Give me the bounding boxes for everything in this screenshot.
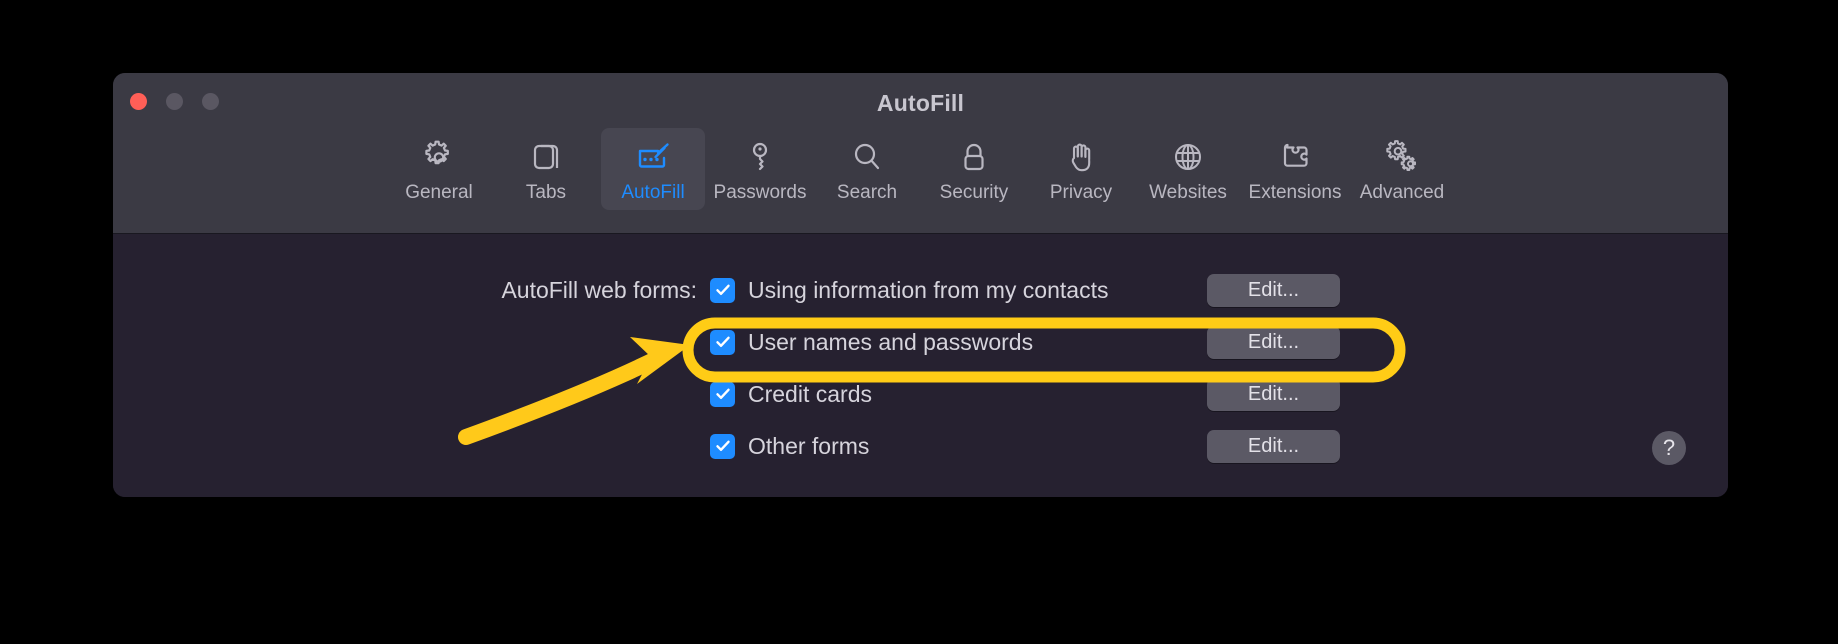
checkbox-label: User names and passwords bbox=[748, 328, 1034, 355]
row-controls: Other forms Edit... bbox=[710, 429, 1728, 463]
toolbar-item-extensions[interactable]: Extensions bbox=[1243, 128, 1347, 210]
checkbox-credit-cards[interactable] bbox=[710, 381, 735, 407]
toolbar-item-autofill[interactable]: AutoFill bbox=[601, 128, 705, 210]
toolbar-item-label: Security bbox=[939, 182, 1009, 203]
row-controls: User names and passwords Edit... bbox=[710, 325, 1728, 359]
toolbar-item-label: Privacy bbox=[1049, 182, 1113, 203]
window-title: AutoFill bbox=[876, 90, 965, 116]
toolbar-item-label: Extensions bbox=[1248, 182, 1342, 203]
preferences-content: AutoFill web forms: Using information fr… bbox=[113, 234, 1728, 497]
checkbox-other-forms[interactable] bbox=[710, 433, 735, 459]
edit-button-other-forms[interactable]: Edit... bbox=[1207, 429, 1340, 463]
preferences-toolbar: General Tabs AutoFill Passwords Search S… bbox=[113, 128, 1728, 210]
edit-button-credit-cards[interactable]: Edit... bbox=[1207, 377, 1340, 411]
gears-icon bbox=[1382, 137, 1422, 177]
screen: AutoFill General Tabs AutoFill Passwords… bbox=[0, 0, 1838, 644]
hand-icon bbox=[1061, 137, 1101, 177]
toolbar-item-websites[interactable]: Websites bbox=[1136, 128, 1240, 210]
toolbar-item-label: Search bbox=[836, 182, 898, 203]
magnifier-icon bbox=[847, 137, 887, 177]
checkbox-user-names-and-passwords[interactable] bbox=[710, 329, 735, 355]
checkbox-using-information-from-my-contacts[interactable] bbox=[710, 277, 735, 303]
edit-button-contacts[interactable]: Edit... bbox=[1207, 273, 1340, 307]
toolbar-item-label: Tabs bbox=[525, 182, 567, 203]
toolbar-item-search[interactable]: Search bbox=[815, 128, 919, 210]
gear-icon bbox=[419, 137, 459, 177]
autofill-row-credit-cards: Credit cards Edit... bbox=[113, 368, 1728, 420]
puzzle-icon bbox=[1275, 137, 1315, 177]
toolbar-item-label: General bbox=[405, 182, 473, 203]
autofill-icon bbox=[633, 137, 673, 177]
checkbox-label: Credit cards bbox=[748, 380, 872, 407]
preferences-window: AutoFill General Tabs AutoFill Passwords… bbox=[113, 73, 1728, 497]
help-button[interactable]: ? bbox=[1652, 431, 1686, 465]
tabs-icon bbox=[526, 137, 566, 177]
autofill-row-usernames: User names and passwords Edit... bbox=[113, 316, 1728, 368]
toolbar-item-security[interactable]: Security bbox=[922, 128, 1026, 210]
row-controls: Using information from my contacts Edit.… bbox=[710, 273, 1728, 307]
globe-icon bbox=[1168, 137, 1208, 177]
toolbar-item-advanced[interactable]: Advanced bbox=[1350, 128, 1454, 210]
toolbar-item-label: Passwords bbox=[713, 182, 807, 203]
toolbar-item-label: AutoFill bbox=[621, 182, 685, 203]
checkbox-label: Using information from my contacts bbox=[748, 276, 1109, 303]
autofill-form-group: AutoFill web forms: Using information fr… bbox=[113, 264, 1728, 472]
section-label: AutoFill web forms: bbox=[501, 276, 697, 303]
lock-icon bbox=[954, 137, 994, 177]
checkbox-label: Other forms bbox=[748, 432, 870, 459]
toolbar-item-label: Advanced bbox=[1359, 182, 1445, 203]
toolbar-item-privacy[interactable]: Privacy bbox=[1029, 128, 1133, 210]
toolbar-item-tabs[interactable]: Tabs bbox=[494, 128, 598, 210]
toolbar-item-general[interactable]: General bbox=[387, 128, 491, 210]
window-titlebar: AutoFill General Tabs AutoFill Passwords… bbox=[113, 73, 1728, 234]
edit-button-user-names-and-passwords[interactable]: Edit... bbox=[1207, 325, 1340, 359]
toolbar-item-passwords[interactable]: Passwords bbox=[708, 128, 812, 210]
autofill-row-other-forms: Other forms Edit... bbox=[113, 420, 1728, 472]
autofill-row-contacts: AutoFill web forms: Using information fr… bbox=[113, 264, 1728, 316]
key-icon bbox=[740, 137, 780, 177]
row-controls: Credit cards Edit... bbox=[710, 377, 1728, 411]
toolbar-item-label: Websites bbox=[1149, 182, 1227, 203]
